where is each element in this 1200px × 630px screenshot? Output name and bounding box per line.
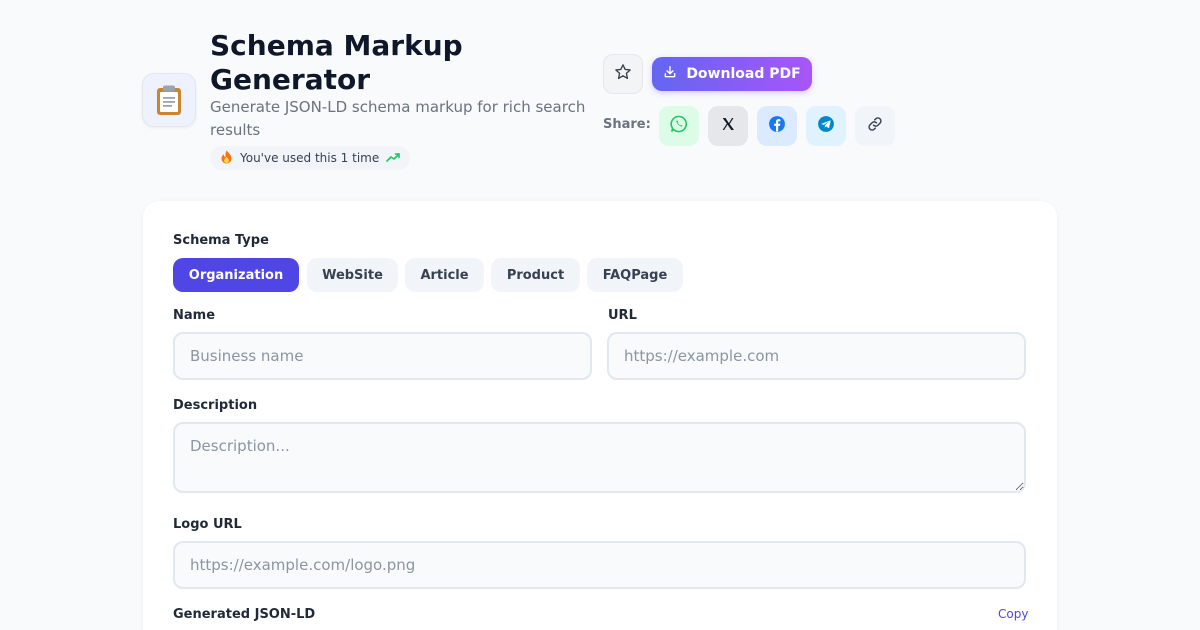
- fire-icon: [220, 150, 233, 167]
- description-label: Description: [173, 398, 258, 413]
- facebook-icon: [767, 114, 787, 138]
- download-pdf-label: Download PDF: [686, 66, 801, 82]
- tab-website[interactable]: WebSite: [307, 258, 398, 292]
- star-icon: [614, 63, 632, 85]
- page-subtitle: Generate JSON-LD schema markup for rich …: [210, 98, 586, 139]
- copy-button[interactable]: Copy: [998, 607, 1028, 621]
- trending-up-icon: [386, 151, 401, 165]
- clipboard-icon: [142, 73, 196, 127]
- generator-card: Schema Type Organization WebSite Article…: [143, 201, 1057, 630]
- name-label: Name: [173, 308, 216, 323]
- favorite-button[interactable]: [603, 54, 643, 94]
- tab-organization[interactable]: Organization: [173, 258, 299, 292]
- download-icon: [663, 65, 677, 83]
- page-header: Schema Markup Generator Generate JSON-LD…: [0, 0, 1200, 200]
- name-input[interactable]: [173, 332, 592, 380]
- url-label: URL: [608, 308, 637, 323]
- share-whatsapp-button[interactable]: [659, 106, 699, 146]
- share-label: Share:: [603, 117, 651, 132]
- generated-jsonld-label: Generated JSON-LD: [173, 607, 316, 622]
- logo-url-input[interactable]: [173, 541, 1026, 589]
- tab-article[interactable]: Article: [405, 258, 484, 292]
- share-telegram-button[interactable]: [806, 106, 846, 146]
- usage-badge: You've used this 1 time: [210, 146, 411, 170]
- tab-product[interactable]: Product: [491, 258, 580, 292]
- schema-type-label: Schema Type: [173, 233, 269, 248]
- whatsapp-icon: [669, 114, 689, 138]
- url-input[interactable]: [607, 332, 1026, 380]
- x-icon: [720, 116, 736, 136]
- share-x-button[interactable]: [708, 106, 748, 146]
- page-title: Schema Markup Generator: [210, 29, 463, 96]
- share-facebook-button[interactable]: [757, 106, 797, 146]
- usage-badge-text: You've used this 1 time: [240, 151, 380, 165]
- tab-faqpage[interactable]: FAQPage: [587, 258, 683, 292]
- telegram-icon: [816, 114, 836, 138]
- copy-link-button[interactable]: [855, 106, 895, 146]
- download-pdf-button[interactable]: Download PDF: [652, 57, 812, 91]
- logo-url-label: Logo URL: [173, 517, 242, 532]
- description-textarea[interactable]: [173, 422, 1026, 493]
- link-icon: [866, 115, 884, 137]
